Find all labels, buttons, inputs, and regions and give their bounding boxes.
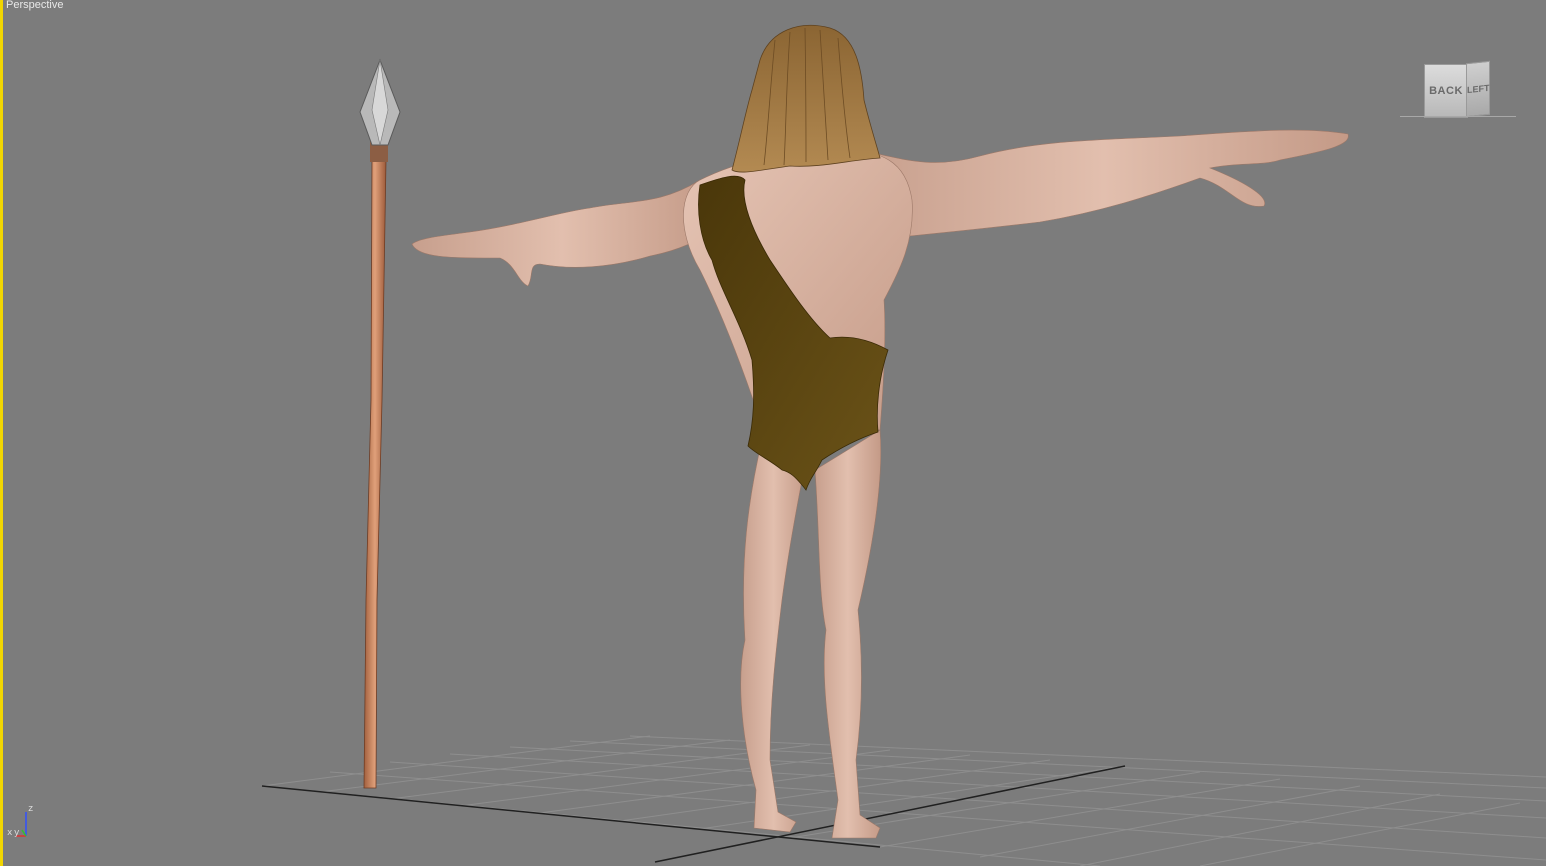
axis-y-label: y [14,828,20,838]
ground-grid [261,735,1546,866]
right-arm [859,129,1349,237]
grid-axis-line [654,765,1126,863]
right-leg [814,429,882,839]
axis-tripod: z x y [6,802,42,842]
spear-shaft [363,159,387,789]
viewcube[interactable]: BACK LEFT [1400,58,1518,124]
viewport-label-menu[interactable]: Perspective [6,0,63,11]
viewcube-ring[interactable] [1400,116,1516,123]
scene-render[interactable] [0,0,1546,866]
viewcube-left-face[interactable]: LEFT [1466,60,1490,118]
left-arm [411,179,713,287]
spear-model[interactable] [359,58,401,789]
axis-z-label: z [28,804,34,814]
perspective-viewport[interactable]: Perspective BACK LEFT z x y [0,0,1546,866]
active-viewport-border [0,0,3,866]
axis-x-label: x [7,828,13,838]
character-model[interactable] [411,24,1349,839]
viewcube-back-face[interactable]: BACK [1424,64,1468,118]
